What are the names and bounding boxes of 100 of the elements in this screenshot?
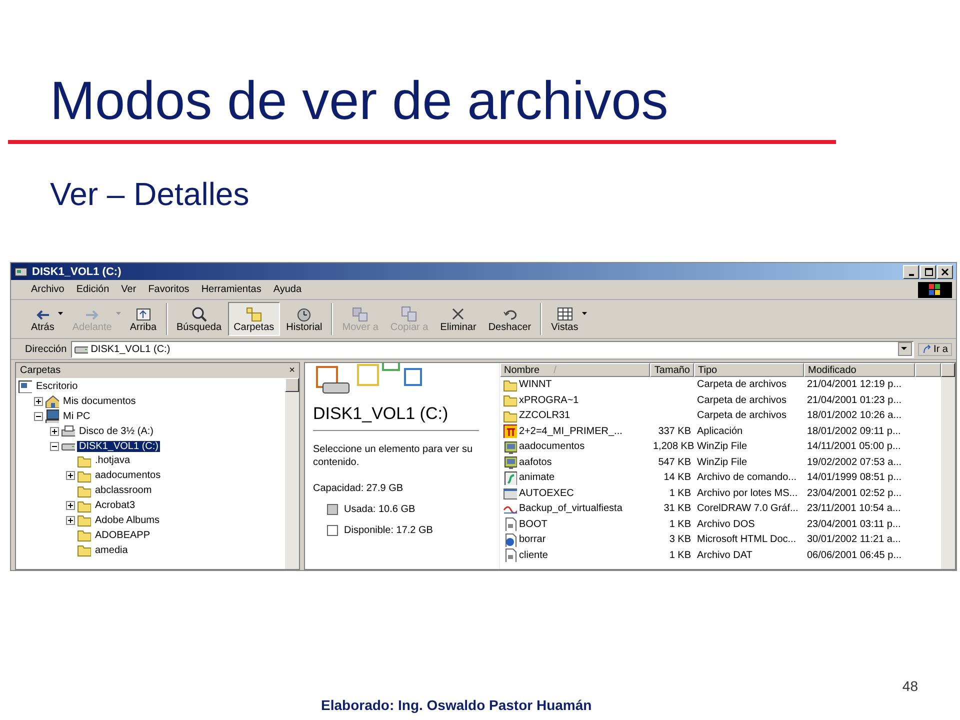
expand-icon[interactable] bbox=[34, 396, 43, 406]
expand-icon[interactable] bbox=[66, 516, 75, 525]
legend-label: Disponible: 17.2 GB bbox=[344, 525, 433, 536]
toolbar-button[interactable]: Carpetas bbox=[228, 302, 280, 336]
tree-item[interactable]: Acrobat3 bbox=[93, 500, 138, 512]
toolbar-button[interactable]: Deshacer bbox=[482, 302, 538, 336]
tree-item[interactable]: Mi PC bbox=[61, 410, 92, 422]
file-name[interactable]: aafotos bbox=[519, 456, 552, 468]
tree-item[interactable]: abclassroom bbox=[93, 485, 154, 496]
menu-item[interactable]: Ayuda bbox=[267, 284, 308, 295]
computer-icon bbox=[45, 409, 59, 424]
menu-item[interactable]: Favoritos bbox=[142, 284, 196, 295]
file-name[interactable]: 2+2=4_MI_PRIMER_... bbox=[519, 426, 622, 437]
file-type: Archivo de comando... bbox=[696, 472, 798, 484]
modified-date: 23/04/2001 03:11 p... bbox=[806, 518, 902, 530]
file-type: Archivo DOS bbox=[696, 518, 756, 530]
collapse-icon[interactable] bbox=[34, 412, 43, 421]
modified-date: 06/06/2001 06:45 p... bbox=[806, 550, 903, 561]
menu-item[interactable]: Herramientas bbox=[195, 284, 268, 295]
tree-item[interactable]: Adobe Albums bbox=[93, 514, 162, 526]
folder-up-icon bbox=[135, 306, 152, 322]
dropdown-caret-icon bbox=[116, 312, 121, 315]
file-name[interactable]: WINNT bbox=[519, 379, 552, 390]
folder-icon bbox=[77, 484, 91, 498]
flag-icon bbox=[929, 284, 941, 296]
folder-icon bbox=[77, 454, 91, 468]
column-title: Tamaño bbox=[654, 364, 690, 376]
collapse-icon[interactable] bbox=[50, 442, 59, 450]
tree-item[interactable]: aadocumentos bbox=[93, 470, 163, 482]
floppy-drive-icon bbox=[61, 424, 75, 438]
maximize-button[interactable] bbox=[920, 264, 936, 278]
tree-item[interactable]: Disco de 3½ (A:) bbox=[77, 426, 156, 437]
toolbar-button[interactable]: Arriba bbox=[124, 302, 163, 336]
file-type: CorelDRAW 7.0 Gráf... bbox=[696, 503, 800, 514]
toolbar-button[interactable]: Búsqueda bbox=[170, 302, 228, 336]
modified-date: 21/04/2001 01:23 p... bbox=[806, 394, 903, 406]
tree-item[interactable]: .hotjava bbox=[93, 455, 132, 466]
column-header[interactable]: Tamaño bbox=[650, 363, 694, 377]
modified-date: 19/02/2002 07:53 a... bbox=[806, 456, 903, 468]
close-button[interactable] bbox=[937, 264, 953, 278]
pane-title: Carpetas bbox=[20, 365, 61, 376]
scroll-up-button[interactable] bbox=[285, 378, 299, 392]
file-name[interactable]: aadocumentos bbox=[519, 441, 585, 452]
toolbar-button[interactable]: Eliminar bbox=[434, 302, 482, 336]
tree-item[interactable]: Escritorio bbox=[34, 380, 80, 392]
dropdown-button[interactable] bbox=[898, 342, 912, 356]
views-grid-icon bbox=[556, 306, 573, 322]
scroll-up-button[interactable] bbox=[941, 363, 955, 377]
file-name[interactable]: AUTOEXEC bbox=[519, 488, 574, 499]
expand-icon[interactable] bbox=[50, 426, 59, 436]
toolbar-button[interactable]: Atrás bbox=[25, 302, 66, 336]
menu-item[interactable]: Archivo bbox=[25, 284, 70, 295]
file-name[interactable]: ZZCOLR31 bbox=[519, 410, 570, 422]
delete-x-icon bbox=[450, 306, 466, 322]
file-type: Carpeta de archivos bbox=[696, 379, 788, 390]
toolbar-button[interactable]: Vistas bbox=[545, 302, 590, 336]
file-name[interactable]: cliente bbox=[519, 550, 548, 561]
window-title: DISK1_VOL1 (C:) bbox=[32, 266, 122, 278]
menu-item[interactable]: Edición bbox=[70, 284, 116, 295]
modified-date: 18/01/2002 09:11 p... bbox=[806, 426, 902, 437]
close-button[interactable]: × bbox=[289, 365, 295, 376]
file-icon bbox=[503, 548, 517, 562]
file-type: Carpeta de archivos bbox=[696, 410, 788, 422]
folder-icon bbox=[77, 498, 91, 513]
tree-item[interactable]: amedia bbox=[93, 544, 130, 556]
tree-item[interactable]: Mis documentos bbox=[61, 396, 138, 407]
file-name[interactable]: borrar bbox=[519, 534, 546, 546]
column-title: Modificado bbox=[808, 364, 856, 376]
minimize-button[interactable] bbox=[903, 264, 919, 278]
go-arrow-icon bbox=[922, 344, 932, 354]
folder-icon bbox=[77, 543, 91, 558]
clock-globe-icon bbox=[296, 306, 312, 322]
tree-item[interactable]: ADOBEAPP bbox=[93, 530, 152, 541]
column-header[interactable]: Modificado bbox=[804, 363, 915, 377]
file-name[interactable]: animate bbox=[519, 472, 555, 484]
column-title: Nombre bbox=[504, 364, 540, 376]
file-icon bbox=[503, 517, 517, 532]
slide-title: Modos de ver de archivos bbox=[49, 70, 668, 133]
address-field[interactable]: DISK1_VOL1 (C:) bbox=[70, 340, 914, 358]
modified-date: 23/11/2001 10:54 a... bbox=[806, 503, 902, 514]
column-header[interactable]: Tipo bbox=[694, 363, 804, 377]
tree-item[interactable]: DISK1_VOL1 (C:) bbox=[77, 440, 160, 452]
modified-date: 23/04/2001 02:52 p... bbox=[806, 488, 903, 499]
file-name[interactable]: xPROGRA~1 bbox=[519, 394, 579, 406]
expand-icon[interactable] bbox=[66, 471, 75, 480]
column-header[interactable]: Nombre / bbox=[500, 363, 650, 377]
file-name[interactable]: Backup_of_virtualfiesta bbox=[519, 503, 622, 514]
file-name[interactable]: BOOT bbox=[519, 518, 548, 530]
toolbar-button[interactable]: Historial bbox=[280, 302, 328, 336]
column-title: Tipo bbox=[698, 364, 718, 376]
folders-icon bbox=[246, 306, 262, 322]
dropdown-caret-icon bbox=[582, 312, 588, 315]
expand-icon[interactable] bbox=[66, 501, 75, 510]
file-size: 14 KB bbox=[662, 472, 692, 484]
menu-item[interactable]: Ver bbox=[115, 284, 142, 295]
go-button[interactable]: Ir a bbox=[918, 342, 952, 356]
house-icon bbox=[45, 394, 59, 408]
folder-icon bbox=[77, 528, 91, 542]
file-size: 31 KB bbox=[662, 503, 692, 514]
maximize-icon bbox=[925, 268, 933, 276]
